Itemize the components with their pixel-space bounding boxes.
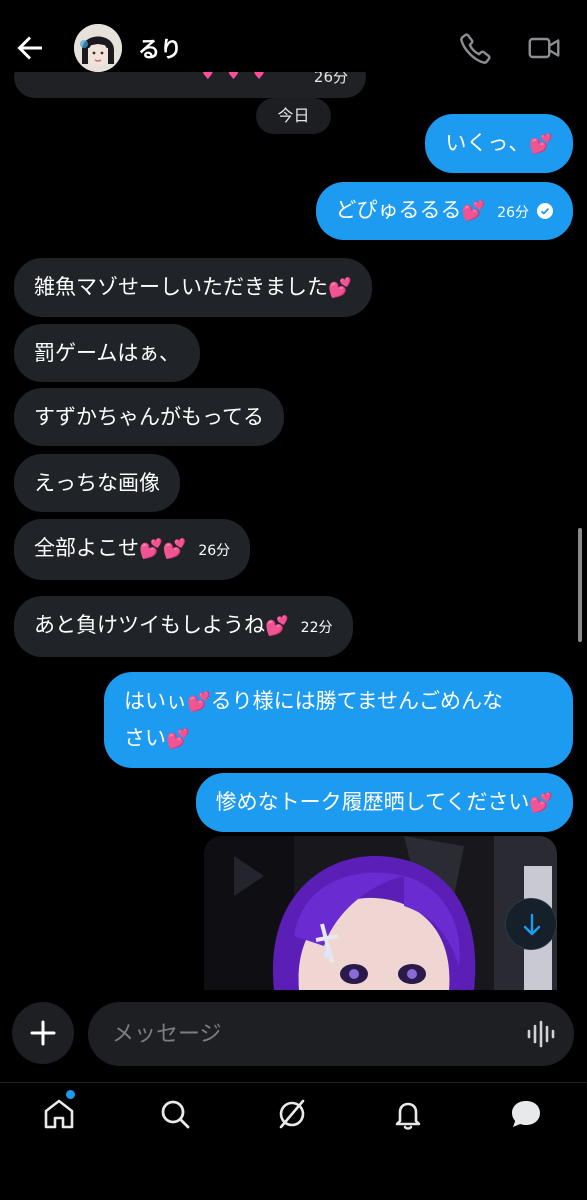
search-icon[interactable] bbox=[155, 1094, 195, 1134]
read-check-icon bbox=[537, 203, 553, 219]
incoming-message[interactable]: あと負けツイもしようね💕 22分 bbox=[14, 596, 353, 657]
heart-emoji: 💕 bbox=[187, 691, 211, 713]
heart-emoji: 💕 bbox=[461, 200, 486, 222]
heart-emoji: 💕💕 bbox=[139, 538, 187, 560]
outgoing-message[interactable]: はいぃ💕るり様には勝てませんごめんな さい💕 bbox=[104, 672, 573, 768]
incoming-message[interactable]: えっちな画像 bbox=[14, 454, 180, 512]
message-line: はいぃ💕るり様には勝てませんごめんな bbox=[124, 689, 503, 713]
composer-bar bbox=[0, 990, 587, 1200]
message-text: 罰ゲームはぁ、 bbox=[34, 341, 180, 365]
messages-icon[interactable] bbox=[506, 1094, 546, 1134]
arrow-left-icon[interactable] bbox=[12, 30, 48, 66]
date-separator: 今日 bbox=[256, 98, 331, 134]
message-time: 26分 bbox=[497, 205, 529, 221]
plus-icon bbox=[30, 1020, 56, 1046]
media-image[interactable] bbox=[204, 836, 557, 990]
heart-emoji: 💕 bbox=[328, 277, 352, 299]
incoming-message[interactable]: 全部よこせ💕💕 26分 bbox=[14, 519, 251, 580]
home-icon[interactable] bbox=[39, 1094, 79, 1134]
message-text: あと負けツイもしようね bbox=[34, 613, 265, 637]
scroll-to-bottom-button[interactable] bbox=[505, 898, 557, 950]
outgoing-message[interactable]: 惨めなトーク履歴晒してください💕 bbox=[195, 773, 573, 832]
message-text: どぴゅるるる bbox=[335, 198, 462, 222]
add-attachment-button[interactable] bbox=[12, 1002, 74, 1064]
message-time: 26分 bbox=[198, 543, 231, 559]
scrollbar-thumb[interactable] bbox=[578, 528, 582, 642]
heart-emoji: 💕 bbox=[529, 133, 553, 155]
message-text: えっちな画像 bbox=[34, 471, 160, 495]
heart-emoji: 💕 bbox=[166, 728, 190, 750]
grok-icon[interactable] bbox=[272, 1094, 312, 1134]
incoming-message[interactable]: 雑魚マゾせーしいただきました💕 bbox=[14, 258, 372, 317]
voice-waveform-icon[interactable] bbox=[526, 1020, 558, 1048]
message-text: いくっ、 bbox=[445, 131, 530, 155]
avatar[interactable] bbox=[74, 24, 122, 72]
notification-dot bbox=[66, 1090, 75, 1099]
chat-header: るり bbox=[0, 0, 587, 72]
message-time: 22分 bbox=[300, 620, 333, 636]
message-text: すずかちゃんがもってる bbox=[34, 405, 264, 429]
divider bbox=[0, 1082, 587, 1083]
phone-icon[interactable] bbox=[458, 30, 494, 66]
notifications-icon[interactable] bbox=[388, 1094, 428, 1134]
incoming-message[interactable]: 罰ゲームはぁ、 bbox=[14, 324, 200, 382]
heart-emoji: 💕 bbox=[529, 792, 553, 814]
outgoing-message[interactable]: どぴゅるるる💕 26分 bbox=[315, 182, 573, 240]
message-text: 惨めなトーク履歴晒してください bbox=[215, 790, 530, 814]
message-text: 雑魚マゾせーしいただきました bbox=[34, 275, 328, 299]
contact-name[interactable]: るり bbox=[138, 32, 182, 64]
heart-emoji: 💕 bbox=[265, 615, 289, 637]
arrow-down-icon bbox=[523, 913, 541, 936]
message-line: さい💕 bbox=[124, 726, 190, 750]
outgoing-message[interactable]: いくっ、💕 bbox=[425, 114, 573, 173]
message-input[interactable] bbox=[88, 1002, 574, 1066]
message-text: 全部よこせ bbox=[34, 536, 139, 560]
incoming-message[interactable]: すずかちゃんがもってる bbox=[14, 388, 284, 446]
video-camera-icon[interactable] bbox=[526, 30, 562, 66]
